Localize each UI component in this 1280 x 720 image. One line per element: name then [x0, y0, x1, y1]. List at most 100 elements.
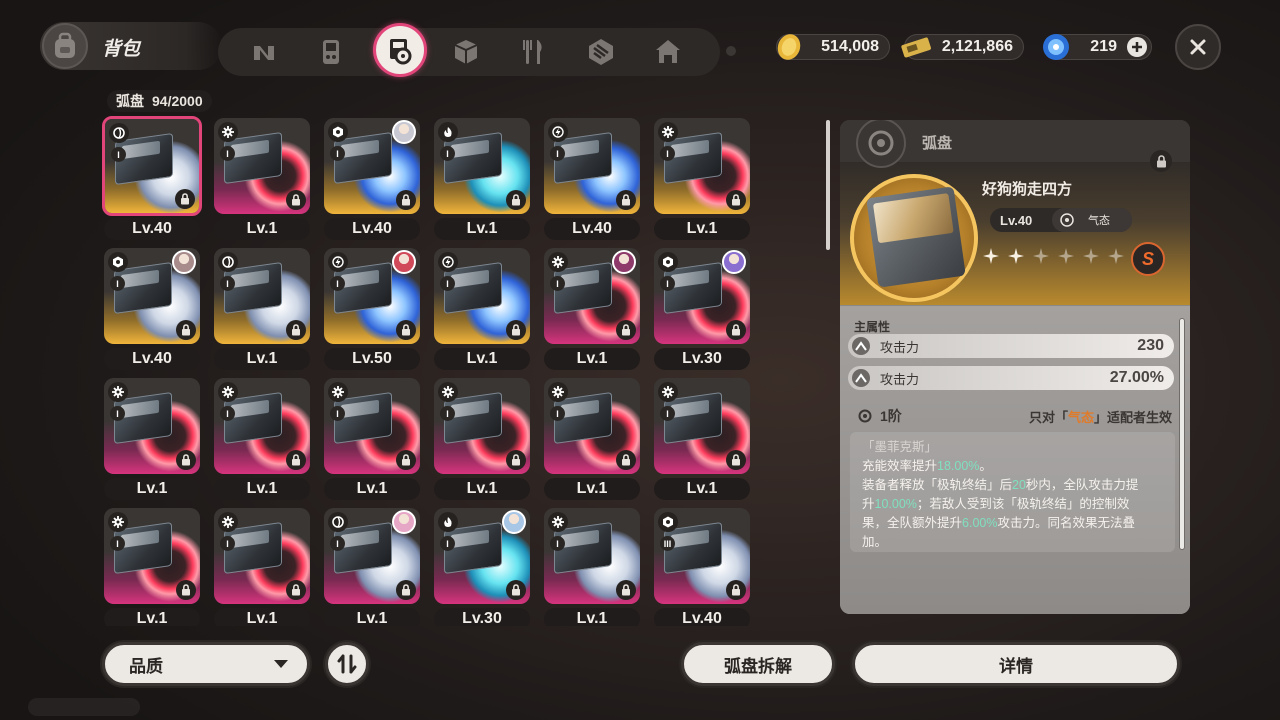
disc-slot[interactable]: I Lv.1 — [650, 374, 750, 500]
energy-icon — [1039, 30, 1073, 64]
pattern-icon — [589, 39, 613, 65]
ticket-value: 2,121,866 — [941, 38, 1013, 55]
disc-slot[interactable]: I Lv.1 — [210, 114, 310, 240]
lock-icon[interactable] — [176, 580, 196, 600]
lock-icon[interactable] — [176, 450, 196, 470]
lock-icon[interactable] — [616, 450, 636, 470]
lock-icon[interactable] — [396, 190, 416, 210]
coin-icon — [771, 30, 805, 64]
tab-gameboy[interactable] — [309, 30, 353, 74]
disc-slot[interactable]: I Lv.40 — [540, 114, 640, 240]
dismantle-button[interactable]: 弧盘拆解 — [681, 642, 835, 686]
disc-slot[interactable]: I Lv.1 — [210, 374, 310, 500]
lock-icon[interactable] — [506, 320, 526, 340]
tab-cube[interactable] — [444, 30, 488, 74]
lock-icon[interactable] — [726, 190, 746, 210]
tab-food[interactable] — [512, 30, 556, 74]
disc-slot[interactable]: I Lv.1 — [100, 504, 200, 626]
disc-slot[interactable]: I Lv.1 — [100, 374, 200, 500]
page-title: 背包 — [102, 39, 141, 60]
disc-slot[interactable]: I Lv.40 — [100, 114, 202, 240]
lock-icon[interactable] — [286, 320, 306, 340]
ether-attribute-icon — [109, 123, 129, 143]
lock-icon[interactable] — [396, 450, 416, 470]
gear-attribute-icon — [218, 382, 238, 402]
disc-slot[interactable]: I Lv.1 — [320, 504, 420, 626]
detail-lock-button[interactable] — [1150, 150, 1172, 172]
bag-header[interactable]: 背包 — [40, 22, 222, 70]
bonus-value: 10.00% — [874, 497, 917, 511]
details-button[interactable]: 详情 — [852, 642, 1180, 686]
lock-icon[interactable] — [286, 580, 306, 600]
disc-level: Lv.1 — [544, 478, 640, 500]
disc-slot[interactable]: I Lv.30 — [650, 244, 750, 370]
star-filled-icon — [1008, 248, 1024, 264]
disc-tier: I — [660, 406, 675, 421]
disc-level: Lv.1 — [324, 478, 420, 500]
tab-home[interactable] — [646, 30, 690, 74]
detail-scrollbar[interactable] — [1179, 318, 1185, 550]
disc-tier: III — [660, 536, 675, 551]
disc-card: I — [434, 378, 530, 474]
disc-level: Lv.30 — [434, 608, 530, 626]
disc-slot[interactable]: I Lv.1 — [210, 244, 310, 370]
bolt-attribute-icon — [548, 122, 568, 142]
disc-slot[interactable]: III Lv.40 — [650, 504, 750, 626]
star-rating — [983, 248, 1124, 264]
lock-icon[interactable] — [286, 450, 306, 470]
disc-slot[interactable]: I Lv.30 — [430, 504, 530, 626]
disc-slot[interactable]: I Lv.40 — [320, 114, 420, 240]
close-button[interactable] — [1175, 24, 1221, 70]
tab-disc[interactable] — [373, 23, 427, 77]
disc-artwork — [850, 174, 978, 302]
lock-icon[interactable] — [616, 580, 636, 600]
lock-icon[interactable] — [726, 320, 746, 340]
disc-level: Lv.1 — [654, 218, 750, 240]
bonus-tier: 1阶 — [858, 406, 902, 426]
disc-slot[interactable]: I Lv.40 — [100, 244, 200, 370]
sort-icon — [337, 654, 357, 674]
disc-slot[interactable]: I Lv.1 — [210, 504, 310, 626]
gear-attribute-icon — [438, 382, 458, 402]
disc-slot[interactable]: I Lv.50 — [320, 244, 420, 370]
bonus-text: 装备者释放「极轨终结」后 — [862, 478, 1013, 492]
lock-icon[interactable] — [286, 190, 306, 210]
disc-tier: I — [660, 276, 675, 291]
agent-avatar — [502, 510, 526, 534]
disc-slot[interactable]: I Lv.1 — [650, 114, 750, 240]
lock-icon[interactable] — [726, 450, 746, 470]
disc-slot[interactable]: I Lv.1 — [540, 504, 640, 626]
disc-level: Lv.1 — [434, 348, 530, 370]
lock-icon[interactable] — [175, 189, 195, 209]
star-empty-icon — [1083, 248, 1099, 264]
lock-icon — [1156, 154, 1166, 167]
disc-slot[interactable]: I Lv.1 — [430, 114, 530, 240]
grid-scrollbar[interactable] — [826, 114, 830, 624]
tab-pattern[interactable] — [579, 30, 623, 74]
lock-icon[interactable] — [506, 190, 526, 210]
add-energy-button[interactable] — [1127, 37, 1147, 57]
lock-icon[interactable] — [616, 320, 636, 340]
disc-slot[interactable]: I Lv.1 — [320, 374, 420, 500]
bonus-text: 果，全队额外提升 — [862, 516, 963, 530]
quality-filter-dropdown[interactable]: 品质 — [102, 642, 310, 686]
sort-button[interactable] — [325, 642, 369, 686]
lock-icon[interactable] — [506, 450, 526, 470]
disc-card: I — [104, 248, 200, 344]
lock-icon[interactable] — [726, 580, 746, 600]
lock-icon[interactable] — [396, 320, 416, 340]
disc-card: I — [434, 248, 530, 344]
lock-icon[interactable] — [616, 190, 636, 210]
disc-slot[interactable]: I Lv.1 — [430, 374, 530, 500]
stat-row-attack-percent: 攻击力 27.00% — [848, 366, 1174, 390]
tab-agent[interactable] — [242, 30, 286, 74]
lock-icon[interactable] — [176, 320, 196, 340]
disc-slot[interactable]: I Lv.1 — [430, 244, 530, 370]
lock-icon[interactable] — [506, 580, 526, 600]
disc-slot[interactable]: I Lv.1 — [540, 374, 640, 500]
disc-slot[interactable]: I Lv.1 — [540, 244, 640, 370]
home-icon — [656, 40, 680, 63]
chevron-down-icon — [274, 660, 288, 668]
lock-icon[interactable] — [396, 580, 416, 600]
grid-scroll-thumb[interactable] — [826, 120, 830, 250]
